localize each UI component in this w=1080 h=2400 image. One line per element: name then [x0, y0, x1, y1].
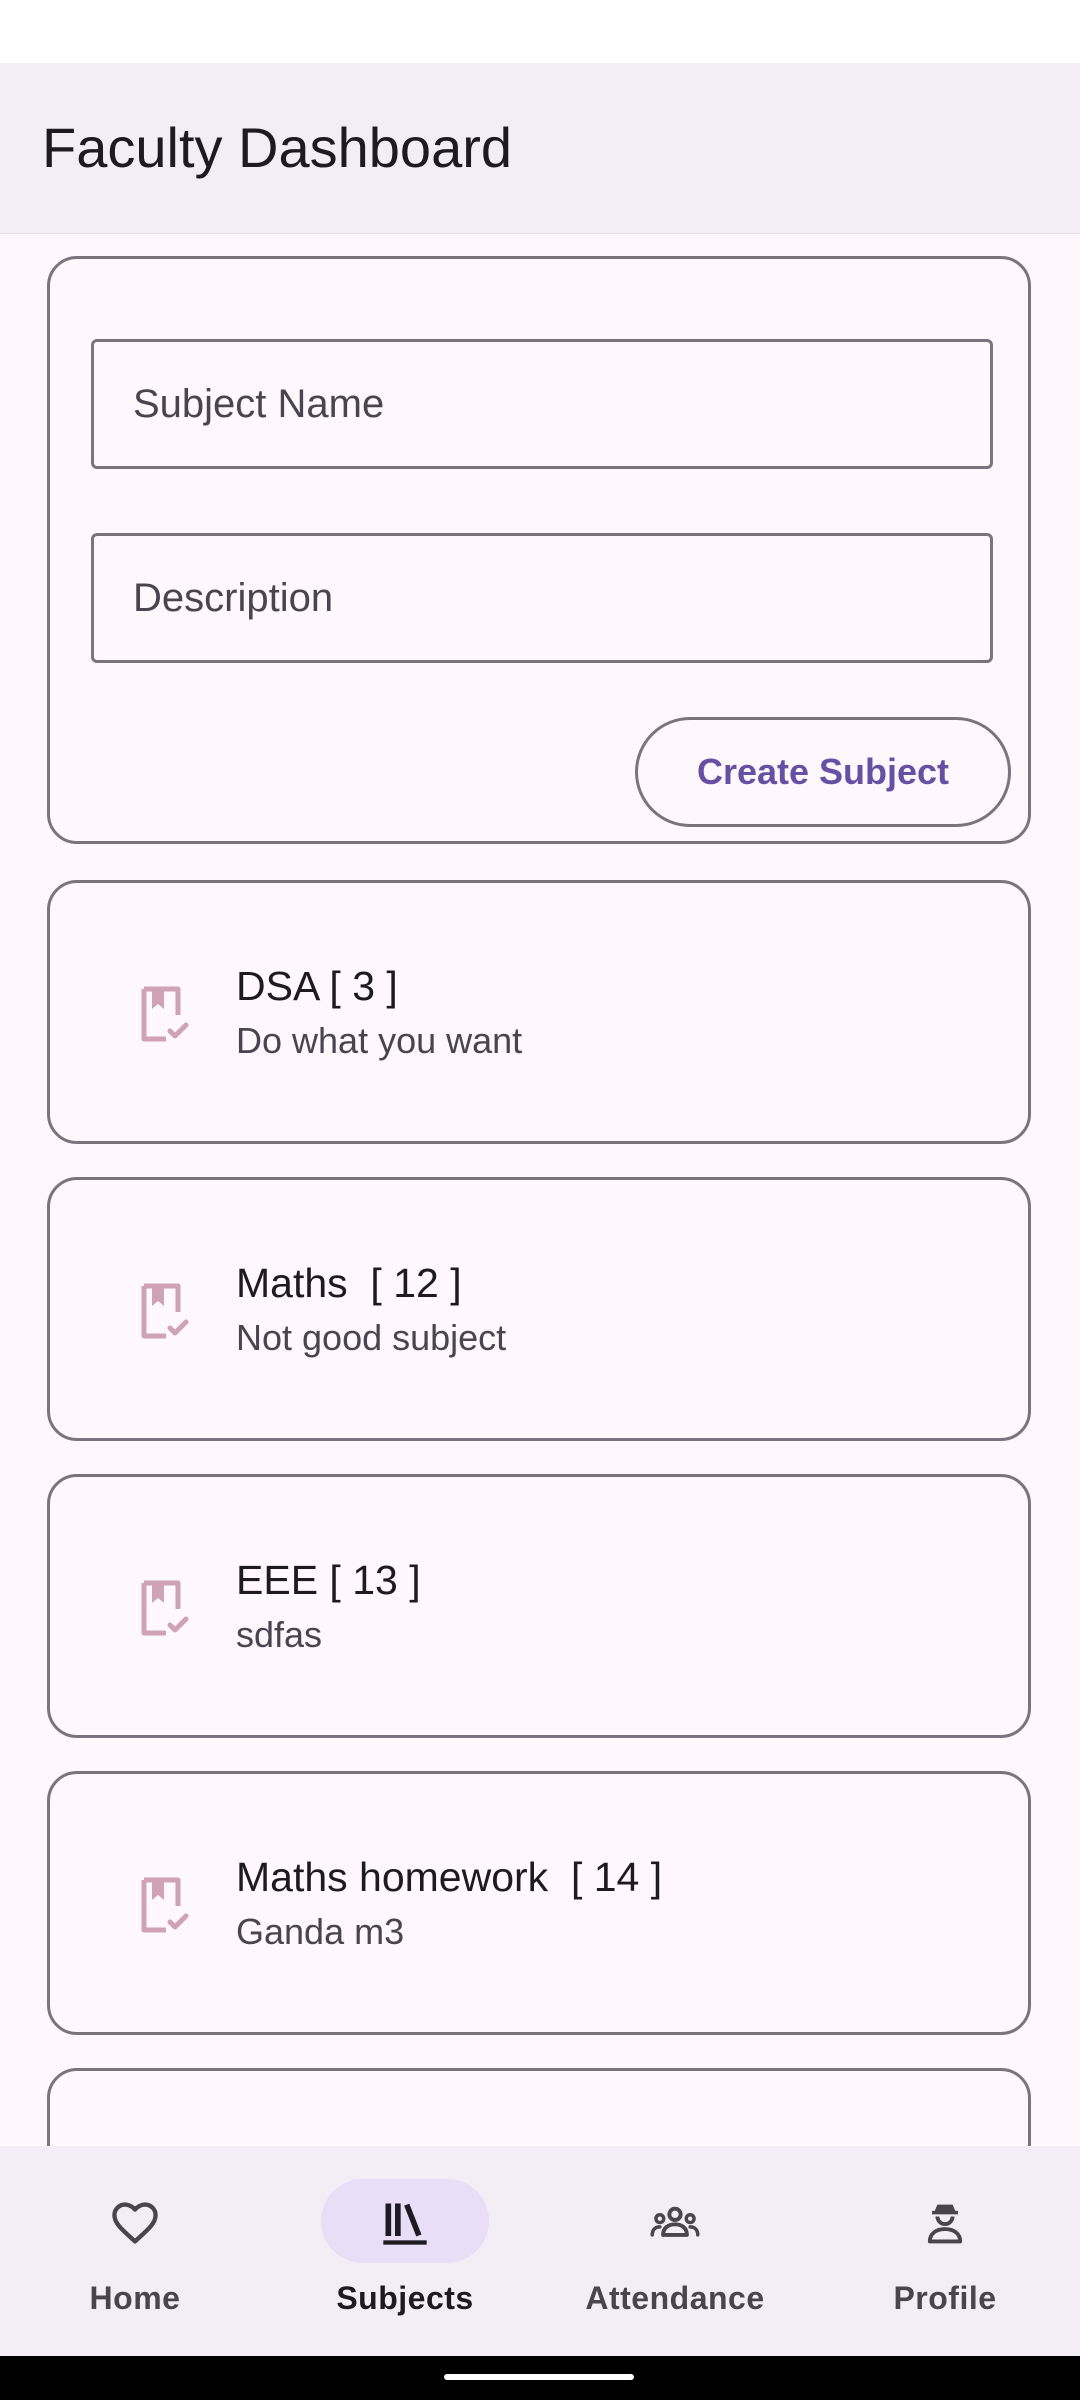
nav-label: Subjects: [336, 2280, 474, 2316]
subject-name-field[interactable]: Subject Name: [91, 339, 993, 469]
home-gesture-handle[interactable]: [444, 2374, 634, 2380]
description-placeholder: Description: [133, 575, 334, 620]
subject-card[interactable]: [47, 2068, 1031, 2146]
description-field[interactable]: Description: [91, 533, 993, 663]
book-check-icon: [141, 1877, 189, 1933]
nav-label: Attendance: [585, 2280, 765, 2316]
subject-title: DSA [ 3 ]: [236, 963, 398, 1009]
subject-title: Maths [ 12 ]: [236, 1260, 462, 1306]
person-icon: [927, 2204, 963, 2244]
subject-card[interactable]: Maths homework [ 14 ] Ganda m3: [47, 1771, 1031, 2035]
bottom-navigation: Home Subjects Attendance Profile: [0, 2146, 1080, 2356]
subject-description: Ganda m3: [236, 1911, 405, 1952]
nav-item-attendance[interactable]: Attendance: [540, 2146, 810, 2356]
nav-label: Home: [89, 2280, 181, 2316]
subject-title: Maths homework [ 14 ]: [236, 1854, 663, 1900]
create-subject-button-label: Create Subject: [696, 751, 950, 792]
heart-icon: [112, 2202, 158, 2244]
library-icon: [383, 2203, 427, 2245]
subject-description: Not good subject: [236, 1317, 507, 1358]
subject-card[interactable]: Maths [ 12 ] Not good subject: [47, 1177, 1031, 1441]
subject-card[interactable]: EEE [ 13 ] sdfas: [47, 1474, 1031, 1738]
nav-item-profile[interactable]: Profile: [810, 2146, 1080, 2356]
main-content[interactable]: Subject Name Description Create Subject …: [0, 234, 1080, 2146]
page-title: Faculty Dashboard: [42, 116, 513, 179]
subject-description: sdfas: [236, 1614, 323, 1655]
system-navigation-bar: [0, 2356, 1080, 2400]
groups-icon: [650, 2206, 700, 2237]
create-subject-card: Subject Name Description Create Subject: [47, 256, 1031, 844]
nav-item-home[interactable]: Home: [0, 2146, 270, 2356]
top-app-bar: Faculty Dashboard: [0, 63, 1080, 234]
book-check-icon: [141, 1580, 189, 1636]
subject-card[interactable]: DSA [ 3 ] Do what you want: [47, 880, 1031, 1144]
book-check-icon: [141, 1283, 189, 1339]
nav-item-subjects[interactable]: Subjects: [270, 2146, 540, 2356]
create-subject-button[interactable]: Create Subject: [635, 717, 1011, 827]
status-bar: [0, 0, 1080, 63]
book-check-icon: [141, 986, 189, 1042]
subject-description: Do what you want: [236, 1020, 523, 1061]
subject-title: EEE [ 13 ]: [236, 1557, 421, 1603]
subject-name-placeholder: Subject Name: [133, 381, 385, 426]
nav-label: Profile: [893, 2280, 997, 2316]
